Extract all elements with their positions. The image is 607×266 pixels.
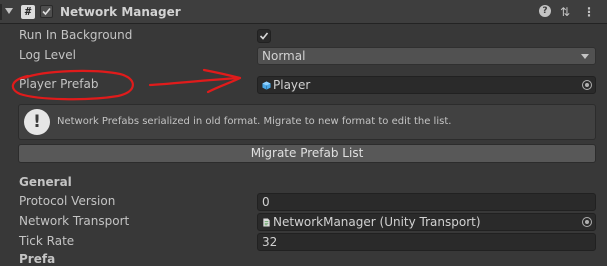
foldout-arrow-icon[interactable] <box>5 8 13 14</box>
player-prefab-label: Player Prefab <box>19 77 99 91</box>
network-transport-label: Network Transport <box>19 214 130 228</box>
tick-rate-row: Tick Rate 32 <box>0 232 607 252</box>
log-level-row: Log Level Normal <box>0 46 607 66</box>
script-icon: # <box>21 5 35 19</box>
log-level-label: Log Level <box>19 48 76 62</box>
more-icon[interactable]: ⋮ <box>582 4 596 20</box>
protocol-version-value: 0 <box>262 195 270 209</box>
general-section-header: General <box>19 175 72 189</box>
object-picker-icon[interactable] <box>582 217 592 227</box>
checkmark-icon <box>259 32 269 40</box>
checkmark-icon <box>42 7 51 16</box>
chevron-down-icon <box>581 54 589 59</box>
migrate-prefab-list-button[interactable]: Migrate Prefab List <box>18 144 596 163</box>
component-enabled-checkbox[interactable] <box>40 5 53 18</box>
warning-icon: ! <box>24 109 50 135</box>
run-in-background-label: Run In Background <box>19 28 133 42</box>
player-prefab-value: Player <box>273 78 311 92</box>
player-prefab-field[interactable]: Player <box>257 76 596 94</box>
protocol-version-label: Protocol Version <box>19 194 116 208</box>
warning-helpbox: ! Network Prefabs serialized in old form… <box>18 104 596 140</box>
log-level-dropdown[interactable]: Normal <box>257 47 596 65</box>
tick-rate-input[interactable]: 32 <box>257 233 596 251</box>
presets-icon[interactable]: ⇅ <box>558 4 572 20</box>
run-in-background-row: Run In Background <box>0 26 607 46</box>
tick-rate-value: 32 <box>262 235 278 249</box>
help-icon[interactable]: ? <box>539 5 551 17</box>
protocol-version-row: Protocol Version 0 <box>0 192 607 212</box>
log-level-value: Normal <box>262 49 306 63</box>
partial-section-label: Prefa <box>19 252 56 266</box>
player-prefab-row: Player Prefab Player <box>0 75 607 95</box>
header-edge <box>0 4 2 20</box>
script-file-icon <box>263 218 270 227</box>
component-title: Network Manager <box>60 5 181 19</box>
helpbox-message: Network Prefabs serialized in old format… <box>57 116 452 127</box>
protocol-version-input[interactable]: 0 <box>257 193 596 211</box>
tick-rate-label: Tick Rate <box>19 234 75 248</box>
network-transport-row: Network Transport NetworkManager (Unity … <box>0 212 607 232</box>
network-transport-field[interactable]: NetworkManager (Unity Transport) <box>257 213 596 231</box>
network-transport-value: NetworkManager (Unity Transport) <box>273 215 481 229</box>
object-picker-icon[interactable] <box>582 80 592 90</box>
prefab-icon <box>262 81 271 90</box>
run-in-background-checkbox[interactable] <box>257 29 271 43</box>
component-header: # Network Manager ? ⇅ ⋮ <box>0 0 607 24</box>
